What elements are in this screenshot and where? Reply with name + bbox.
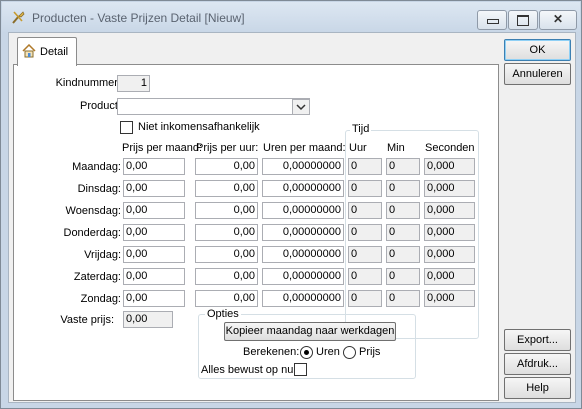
cancel-button[interactable]: Annuleren: [504, 63, 571, 85]
kindnummer-field[interactable]: 1: [117, 75, 150, 92]
min-field[interactable]: 0: [386, 202, 420, 219]
uur-field[interactable]: 0: [348, 158, 382, 175]
window-title: Producten - Vaste Prijzen Detail [Nieuw]: [32, 11, 245, 25]
seconden-field[interactable]: 0,000: [424, 268, 475, 285]
niet-inkomens-label: Niet inkomensafhankelijk: [138, 121, 260, 133]
min-field[interactable]: 0: [386, 246, 420, 263]
prijs-maand-field[interactable]: 0,00: [123, 246, 185, 263]
day-label: Zondag:: [80, 293, 121, 305]
uren-maand-field[interactable]: 0,00000000: [262, 180, 344, 197]
alles-nul-label: Alles bewust op nul:: [201, 364, 299, 376]
alles-nul-checkbox[interactable]: [294, 363, 307, 376]
header-prijs-maand: Prijs per maand:: [122, 142, 203, 154]
uur-field[interactable]: 0: [348, 246, 382, 263]
min-field[interactable]: 0: [386, 158, 420, 175]
uur-field[interactable]: 0: [348, 202, 382, 219]
seconden-field[interactable]: 0,000: [424, 290, 475, 307]
uren-maand-field[interactable]: 0,00000000: [262, 290, 344, 307]
day-label: Dinsdag:: [77, 183, 121, 195]
prijs-maand-field[interactable]: 0,00: [123, 290, 185, 307]
header-prijs-uur: Prijs per uur:: [196, 142, 259, 154]
min-field[interactable]: 0: [386, 224, 420, 241]
min-field[interactable]: 0: [386, 180, 420, 197]
close-icon: ✕: [553, 12, 564, 26]
maximize-icon: [517, 15, 529, 26]
help-button[interactable]: Help: [504, 377, 571, 399]
seconden-field[interactable]: 0,000: [424, 224, 475, 241]
close-button[interactable]: ✕: [539, 10, 577, 30]
day-label: Donderdag:: [63, 227, 122, 239]
copy-monday-button[interactable]: Kopieer maandag naar werkdagen: [224, 322, 396, 341]
uur-field[interactable]: 0: [348, 268, 382, 285]
uren-maand-field[interactable]: 0,00000000: [262, 158, 344, 175]
prijs-maand-field[interactable]: 0,00: [123, 268, 185, 285]
seconden-field[interactable]: 0,000: [424, 158, 475, 175]
header-seconden: Seconden: [425, 142, 475, 154]
prijs-uur-field[interactable]: 0,00: [195, 290, 258, 307]
prijs-uur-field[interactable]: 0,00: [195, 202, 258, 219]
prijs-uur-field[interactable]: 0,00: [195, 224, 258, 241]
min-field[interactable]: 0: [386, 290, 420, 307]
dialog-client: Detail Kindnummer: 1 Product: Niet inkom…: [8, 32, 576, 403]
tab-detail[interactable]: Detail: [17, 37, 77, 66]
uur-field[interactable]: 0: [348, 180, 382, 197]
maximize-button[interactable]: [508, 10, 538, 30]
radio-uren[interactable]: [300, 346, 313, 359]
opties-group-title: Opties: [205, 308, 241, 320]
day-label: Zaterdag:: [73, 271, 121, 283]
uren-maand-field[interactable]: 0,00000000: [262, 246, 344, 263]
radio-uren-label: Uren: [316, 346, 340, 358]
seconden-field[interactable]: 0,000: [424, 246, 475, 263]
radio-prijs[interactable]: [343, 346, 356, 359]
detail-panel: Kindnummer: 1 Product: Niet inkomensafha…: [13, 64, 499, 401]
vaste-prijs-field[interactable]: 0,00: [123, 311, 173, 328]
berekenen-label: Berekenen:: [243, 346, 300, 358]
uren-maand-field[interactable]: 0,00000000: [262, 202, 344, 219]
header-min: Min: [387, 142, 405, 154]
tools-icon: [12, 11, 25, 24]
dialog-window: Producten - Vaste Prijzen Detail [Nieuw]…: [0, 0, 582, 409]
print-button[interactable]: Afdruk...: [504, 353, 571, 375]
export-button[interactable]: Export...: [504, 329, 571, 351]
prijs-uur-field[interactable]: 0,00: [195, 158, 258, 175]
ok-button[interactable]: OK: [504, 39, 571, 61]
kindnummer-label: Kindnummer:: [55, 77, 121, 89]
day-label: Maandag:: [72, 161, 121, 173]
minimize-button[interactable]: [477, 10, 507, 30]
title-bar[interactable]: Producten - Vaste Prijzen Detail [Nieuw]…: [2, 2, 580, 32]
house-icon: [22, 44, 36, 58]
prijs-uur-field[interactable]: 0,00: [195, 180, 258, 197]
prijs-uur-field[interactable]: 0,00: [195, 246, 258, 263]
prijs-maand-field[interactable]: 0,00: [123, 158, 185, 175]
day-label: Vrijdag:: [84, 249, 121, 261]
uren-maand-field[interactable]: 0,00000000: [262, 268, 344, 285]
product-label: Product:: [80, 100, 121, 112]
uur-field[interactable]: 0: [348, 224, 382, 241]
seconden-field[interactable]: 0,000: [424, 180, 475, 197]
vaste-prijs-label: Vaste prijs:: [60, 314, 114, 326]
min-field[interactable]: 0: [386, 268, 420, 285]
seconden-field[interactable]: 0,000: [424, 202, 475, 219]
product-dropdown[interactable]: [117, 98, 310, 115]
tijd-group-title: Tijd: [350, 123, 372, 135]
tab-label: Detail: [40, 46, 69, 58]
minimize-icon: [487, 19, 499, 24]
prijs-maand-field[interactable]: 0,00: [123, 180, 185, 197]
radio-prijs-label: Prijs: [359, 346, 381, 358]
header-uur: Uur: [349, 142, 367, 154]
niet-inkomens-checkbox[interactable]: [120, 121, 133, 134]
prijs-maand-field[interactable]: 0,00: [123, 224, 185, 241]
prijs-maand-field[interactable]: 0,00: [123, 202, 185, 219]
header-uren-maand: Uren per maand:: [263, 142, 346, 154]
product-dropdown-button[interactable]: [292, 99, 310, 115]
day-label: Woensdag:: [65, 205, 121, 217]
chevron-down-icon: [296, 104, 306, 111]
prijs-uur-field[interactable]: 0,00: [195, 268, 258, 285]
uur-field[interactable]: 0: [348, 290, 382, 307]
uren-maand-field[interactable]: 0,00000000: [262, 224, 344, 241]
